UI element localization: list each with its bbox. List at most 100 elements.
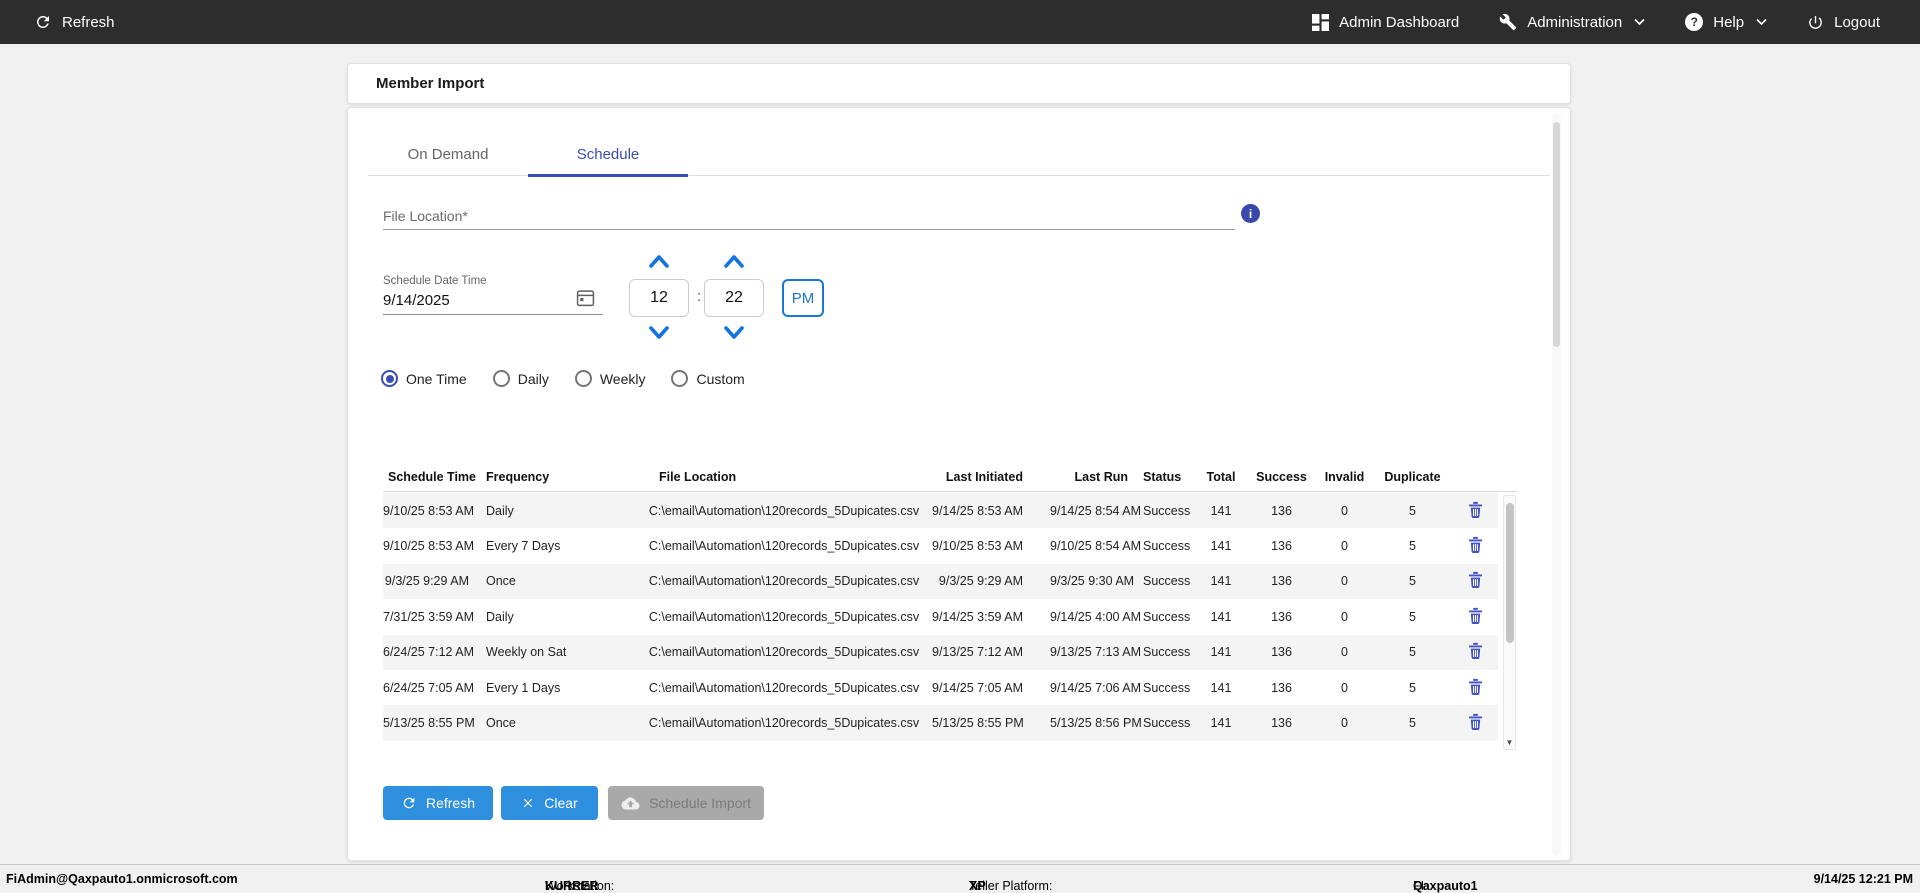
radio-icon: [381, 370, 398, 387]
cell-frequency: Once: [486, 574, 636, 588]
hour-decrement-button[interactable]: [648, 326, 670, 339]
column-schedule-time: Schedule Time: [383, 470, 483, 484]
column-file-location: File Location: [639, 470, 929, 484]
cell-frequency: Every 1 Days: [486, 681, 636, 695]
table-row[interactable]: 5/13/25 8:55 PM Once C:\email\Automation…: [383, 705, 1517, 740]
cell-status: Success: [1143, 681, 1193, 695]
refresh-button[interactable]: Refresh: [383, 786, 493, 820]
delete-row-button[interactable]: [1468, 536, 1483, 553]
clear-button-label: Clear: [544, 795, 577, 811]
delete-row-button[interactable]: [1468, 607, 1483, 624]
table-row[interactable]: 7/31/25 3:59 AM Daily C:\email\Automatio…: [383, 599, 1517, 634]
cell-success: 136: [1249, 716, 1314, 730]
status-bar: FiAdmin@Qaxpauto1.onmicrosoft.com Workst…: [0, 864, 1920, 893]
minute-increment-button[interactable]: [723, 255, 745, 268]
cell-last-initiated: 9/13/25 7:12 AM: [932, 645, 1047, 659]
top-navigation-bar: Refresh Admin Dashboard Administration ?…: [0, 0, 1920, 44]
chevron-down-icon: [1756, 18, 1767, 26]
cell-duplicate: 5: [1375, 716, 1450, 730]
member-import-panel: On Demand Schedule i Schedule Date Time …: [347, 107, 1571, 861]
delete-row-button[interactable]: [1468, 642, 1483, 659]
cell-file-location: C:\email\Automation\120records_5Dupicate…: [639, 539, 929, 553]
cell-last-initiated: 9/10/25 8:53 AM: [932, 539, 1047, 553]
hour-increment-button[interactable]: [648, 255, 670, 268]
fi-value: Qaxpauto1: [1413, 879, 1478, 893]
recurrence-radio-group: One Time Daily Weekly Custom: [381, 370, 745, 387]
cell-schedule-time: 6/24/25 7:05 AM: [383, 681, 483, 695]
topbar-refresh-button[interactable]: Refresh: [34, 13, 115, 31]
radio-daily[interactable]: Daily: [493, 370, 549, 387]
radio-weekly[interactable]: Weekly: [575, 370, 646, 387]
delete-row-button[interactable]: [1468, 713, 1483, 730]
menu-administration[interactable]: Administration: [1499, 13, 1645, 31]
table-scrollbar-thumb[interactable]: [1506, 503, 1514, 643]
menu-logout-label: Logout: [1834, 14, 1880, 31]
cell-invalid: 0: [1317, 574, 1372, 588]
delete-row-button[interactable]: [1468, 501, 1483, 518]
delete-row-button[interactable]: [1468, 678, 1483, 695]
tab-schedule[interactable]: Schedule: [528, 134, 688, 175]
cell-last-run: 9/13/25 7:13 AM: [1050, 645, 1140, 659]
schedule-import-button-label: Schedule Import: [649, 795, 751, 811]
minute-decrement-button[interactable]: [723, 326, 745, 339]
cell-frequency: Daily: [486, 610, 636, 624]
chevron-down-icon: [1634, 18, 1645, 26]
hour-input[interactable]: [629, 279, 689, 317]
cell-file-location: C:\email\Automation\120records_5Dupicate…: [639, 574, 929, 588]
cell-duplicate: 5: [1375, 610, 1450, 624]
info-icon[interactable]: i: [1241, 204, 1260, 223]
delete-row-button[interactable]: [1468, 571, 1483, 588]
page-title: Member Import: [376, 75, 484, 92]
trash-icon: [1468, 536, 1483, 553]
table-row[interactable]: 6/24/25 7:12 AM Weekly on Sat C:\email\A…: [383, 635, 1517, 670]
scroll-down-arrow-icon[interactable]: ▼: [1504, 738, 1515, 747]
panel-scrollbar[interactable]: [1552, 114, 1561, 856]
wrench-icon: [1499, 13, 1517, 31]
minute-input[interactable]: [704, 279, 764, 317]
time-separator: :: [697, 288, 701, 305]
trash-icon: [1468, 501, 1483, 518]
table-row[interactable]: 9/10/25 8:53 AM Every 7 Days C:\email\Au…: [383, 528, 1517, 563]
cell-success: 136: [1249, 574, 1314, 588]
cell-invalid: 0: [1317, 504, 1372, 518]
cell-file-location: C:\email\Automation\120records_5Dupicate…: [639, 504, 929, 518]
radio-custom[interactable]: Custom: [671, 370, 744, 387]
date-field-underline: [383, 314, 603, 315]
column-status: Status: [1143, 470, 1193, 484]
cell-schedule-time: 9/10/25 8:53 AM: [383, 539, 483, 553]
table-scrollbar[interactable]: ▼: [1503, 495, 1516, 750]
page-header-card: Member Import: [347, 63, 1571, 104]
tab-on-demand[interactable]: On Demand: [368, 134, 528, 175]
cell-total: 141: [1196, 645, 1246, 659]
radio-one-time[interactable]: One Time: [381, 370, 467, 387]
calendar-icon[interactable]: [576, 288, 596, 308]
cell-invalid: 0: [1317, 716, 1372, 730]
table-row[interactable]: 6/24/25 7:05 AM Every 1 Days C:\email\Au…: [383, 670, 1517, 705]
clear-button[interactable]: Clear: [501, 786, 598, 820]
cell-schedule-time: 5/13/25 8:55 PM: [383, 716, 483, 730]
table-row[interactable]: 9/3/25 9:29 AM Once C:\email\Automation\…: [383, 564, 1517, 599]
schedule-import-button[interactable]: Schedule Import: [608, 786, 764, 820]
file-location-input[interactable]: [383, 202, 1235, 230]
meridiem-toggle-button[interactable]: PM: [782, 279, 824, 317]
cell-success: 136: [1249, 681, 1314, 695]
cell-file-location: C:\email\Automation\120records_5Dupicate…: [639, 681, 929, 695]
tab-schedule-label: Schedule: [577, 146, 640, 163]
table-row[interactable]: 9/10/25 8:53 AM Daily C:\email\Automatio…: [383, 493, 1517, 528]
cell-last-initiated: 9/14/25 3:59 AM: [932, 610, 1047, 624]
menu-logout[interactable]: Logout: [1807, 14, 1880, 31]
trash-icon: [1468, 607, 1483, 624]
cell-total: 141: [1196, 574, 1246, 588]
cell-status: Success: [1143, 716, 1193, 730]
menu-admin-dashboard[interactable]: Admin Dashboard: [1312, 14, 1459, 31]
menu-help[interactable]: ? Help: [1685, 13, 1767, 31]
refresh-icon: [34, 13, 52, 31]
schedule-date-input[interactable]: [383, 289, 573, 311]
panel-scrollbar-thumb[interactable]: [1553, 122, 1560, 347]
trash-icon: [1468, 713, 1483, 730]
radio-icon: [575, 370, 592, 387]
cell-schedule-time: 7/31/25 3:59 AM: [383, 610, 483, 624]
cell-last-run: 5/13/25 8:56 PM: [1050, 716, 1140, 730]
cell-schedule-time: 9/10/25 8:53 AM: [383, 504, 483, 518]
meridiem-label: PM: [792, 290, 815, 307]
